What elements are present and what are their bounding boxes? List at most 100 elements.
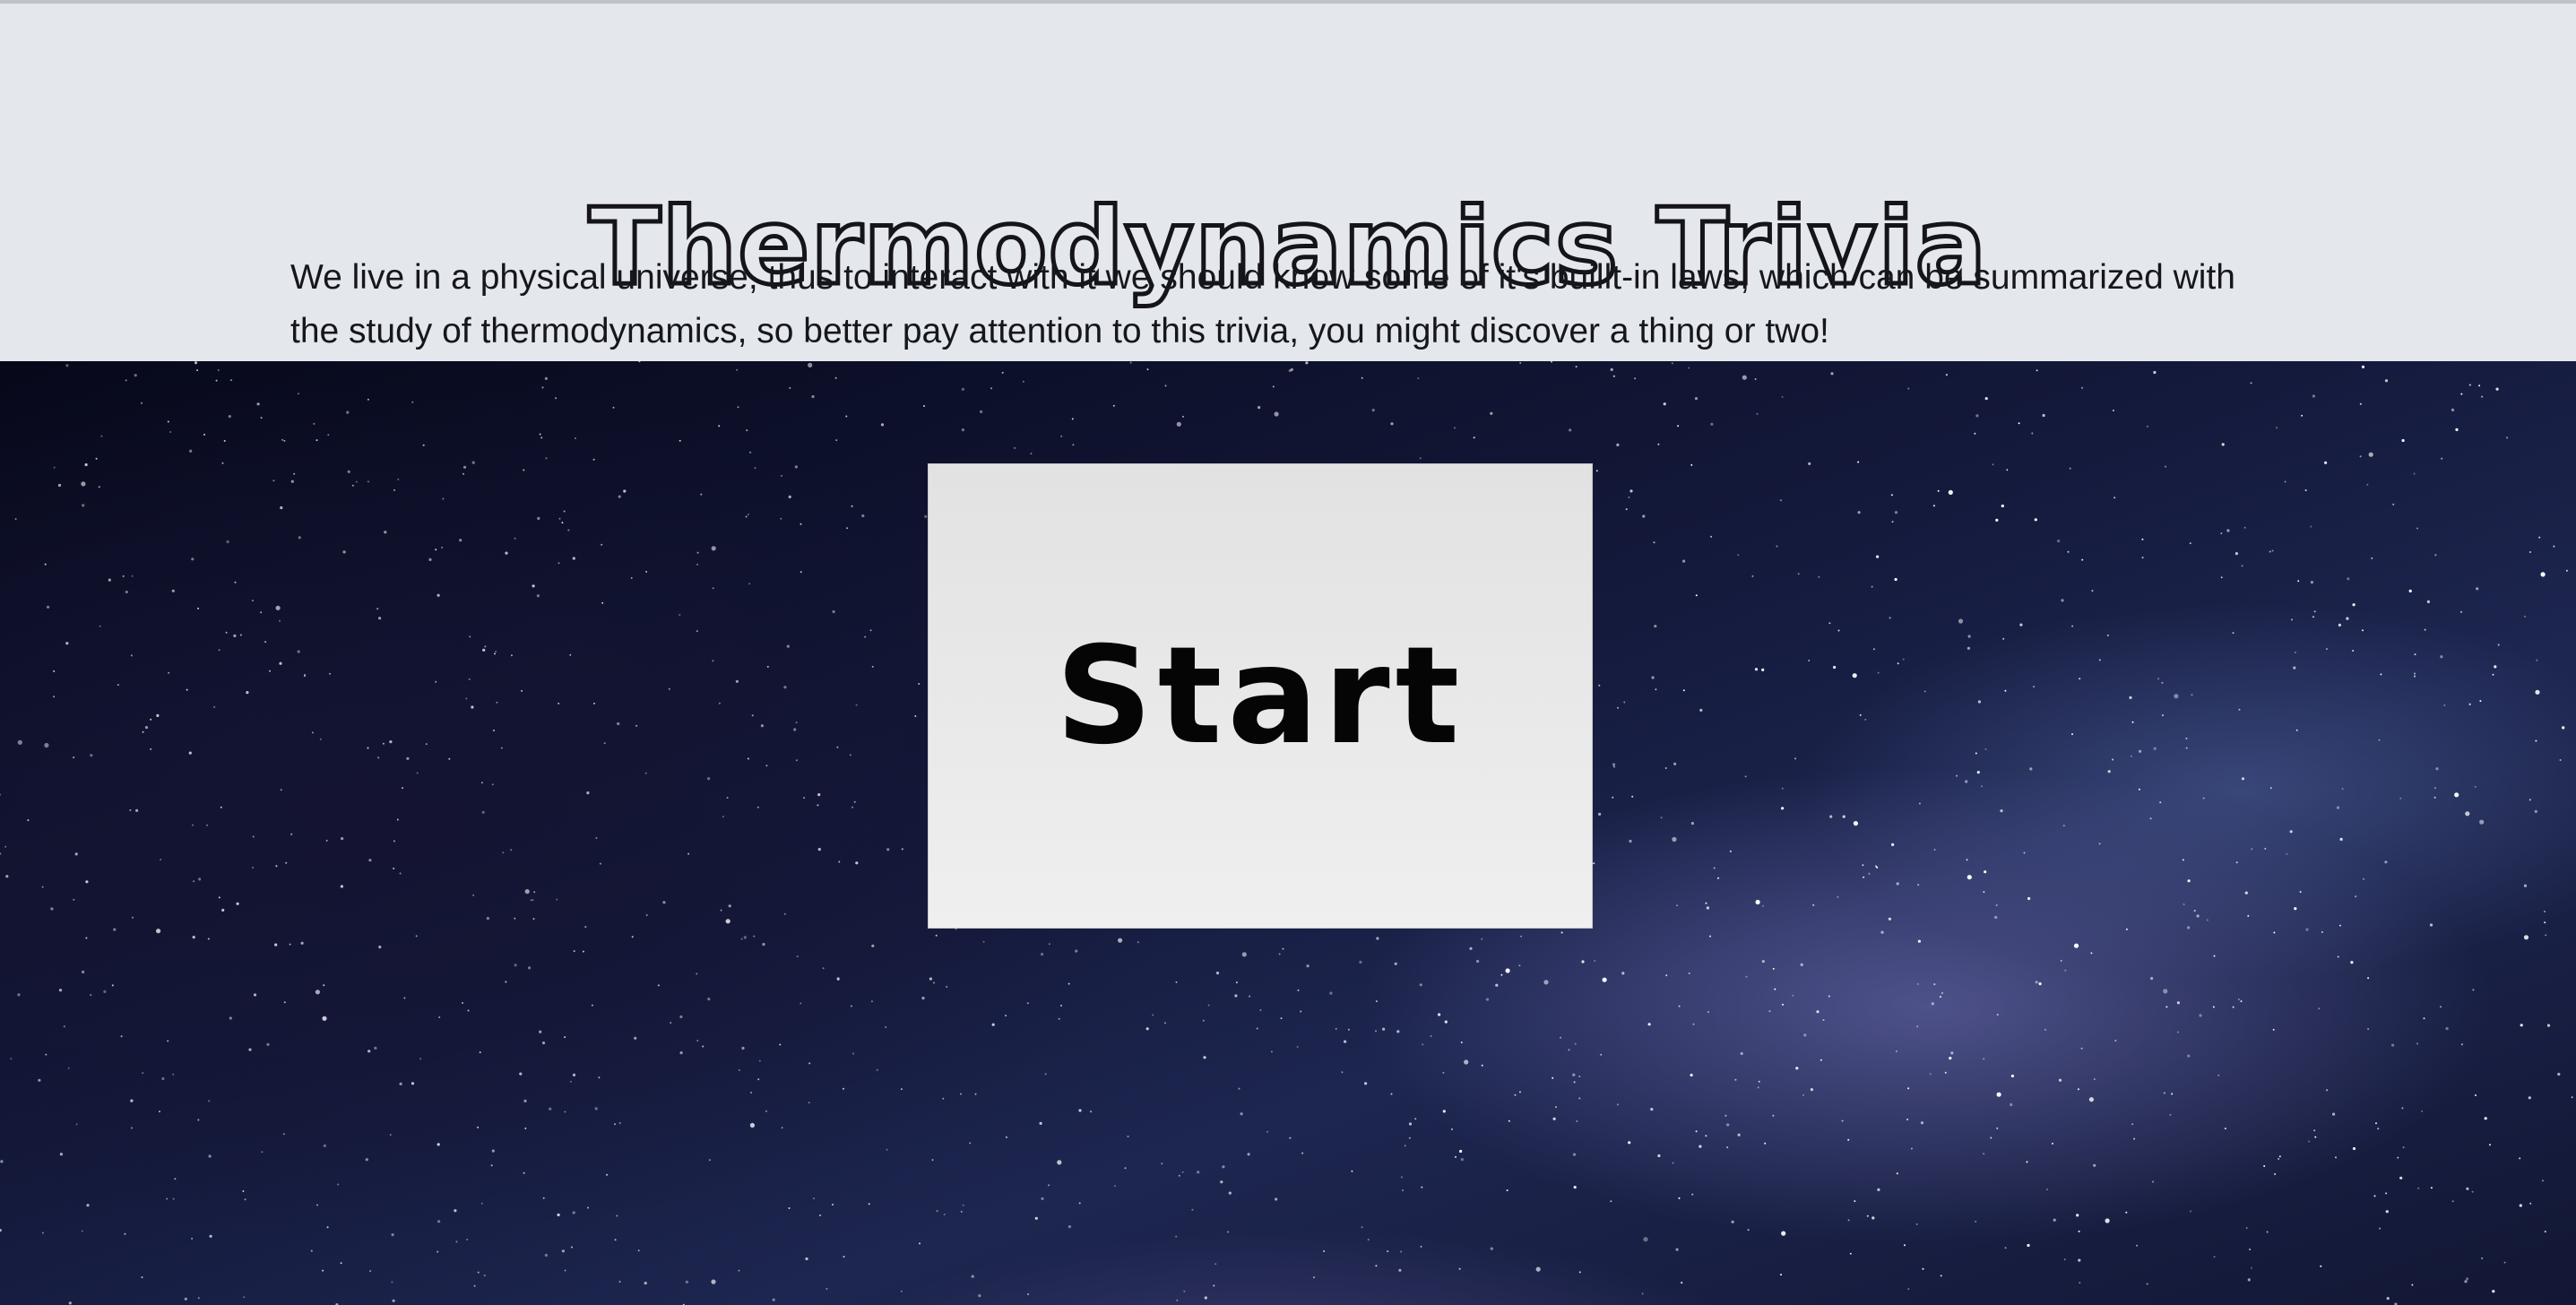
star [931, 1159, 934, 1162]
star [1068, 1225, 1071, 1229]
star [2385, 1192, 2388, 1195]
star [297, 650, 300, 653]
star [2071, 733, 2073, 736]
star [494, 652, 496, 655]
star [788, 495, 791, 498]
star [374, 1046, 377, 1050]
star [234, 581, 237, 583]
star [1996, 1014, 1999, 1016]
star [753, 935, 756, 938]
star [870, 1000, 873, 1003]
star [1634, 377, 1637, 380]
star [441, 546, 444, 549]
star [760, 724, 765, 728]
star [1215, 972, 1220, 975]
star [1932, 505, 1935, 507]
star [2241, 565, 2243, 567]
star [1907, 387, 1910, 390]
star [851, 1052, 854, 1055]
star [124, 1232, 126, 1235]
star [391, 1233, 394, 1237]
start-button[interactable]: Start [928, 463, 1593, 929]
star [1454, 427, 1456, 429]
star [1940, 996, 1941, 998]
star [1713, 867, 1716, 869]
star [1776, 545, 1778, 548]
star [1797, 573, 1800, 575]
star [524, 889, 530, 894]
star [27, 819, 30, 822]
star [2286, 852, 2288, 855]
star [1030, 453, 1033, 455]
star [347, 470, 350, 473]
star [1929, 1073, 1932, 1076]
star [2130, 755, 2132, 757]
star [256, 402, 260, 406]
star [471, 705, 474, 709]
star [702, 1045, 705, 1048]
star [670, 1022, 672, 1024]
star [2528, 1096, 2531, 1100]
star [1682, 689, 1685, 692]
star [1690, 1073, 1693, 1077]
star [1118, 938, 1123, 943]
star [326, 1226, 329, 1229]
star [442, 497, 445, 500]
star [918, 683, 921, 685]
star [2157, 678, 2160, 680]
star [167, 420, 169, 423]
star [63, 1025, 65, 1028]
star [536, 594, 540, 598]
star [1992, 463, 1994, 466]
star [708, 1159, 711, 1162]
star [266, 1042, 270, 1046]
star [2232, 632, 2235, 635]
star [2269, 787, 2272, 790]
star [2250, 382, 2252, 385]
star [2475, 1094, 2477, 1096]
star [342, 550, 346, 554]
star [1145, 1027, 1149, 1031]
star [17, 739, 22, 745]
star [563, 510, 566, 513]
star [1975, 1220, 1977, 1223]
star [2571, 1096, 2573, 1099]
star [1710, 422, 1714, 426]
star [2559, 759, 2562, 761]
star [1747, 1229, 1750, 1232]
star [2401, 438, 2405, 443]
star [1476, 959, 1480, 964]
star [1833, 665, 1837, 670]
star [800, 1002, 802, 1005]
star [2162, 714, 2164, 716]
star [718, 702, 721, 704]
star [2058, 1078, 2062, 1082]
star [2494, 665, 2497, 669]
star [1005, 1136, 1007, 1138]
star [2067, 550, 2070, 553]
star [1347, 1028, 1350, 1031]
star [484, 645, 487, 648]
star [1146, 368, 1149, 371]
star [2519, 1157, 2521, 1160]
star [1931, 1002, 1934, 1006]
star [172, 1073, 175, 1076]
star [2359, 455, 2362, 458]
star [192, 936, 195, 939]
star [530, 899, 532, 902]
star [1944, 1071, 1947, 1074]
star [1956, 774, 1958, 777]
star [1175, 1235, 1178, 1238]
star [519, 1072, 523, 1076]
star [244, 1198, 246, 1201]
star [252, 600, 254, 602]
star [100, 435, 103, 437]
star [1650, 1108, 1654, 1111]
star [1976, 771, 1980, 774]
star [2326, 648, 2328, 650]
star [1576, 1120, 1578, 1122]
star [533, 891, 536, 894]
star [853, 800, 856, 803]
star [1460, 1158, 1464, 1162]
star [1918, 802, 1921, 805]
